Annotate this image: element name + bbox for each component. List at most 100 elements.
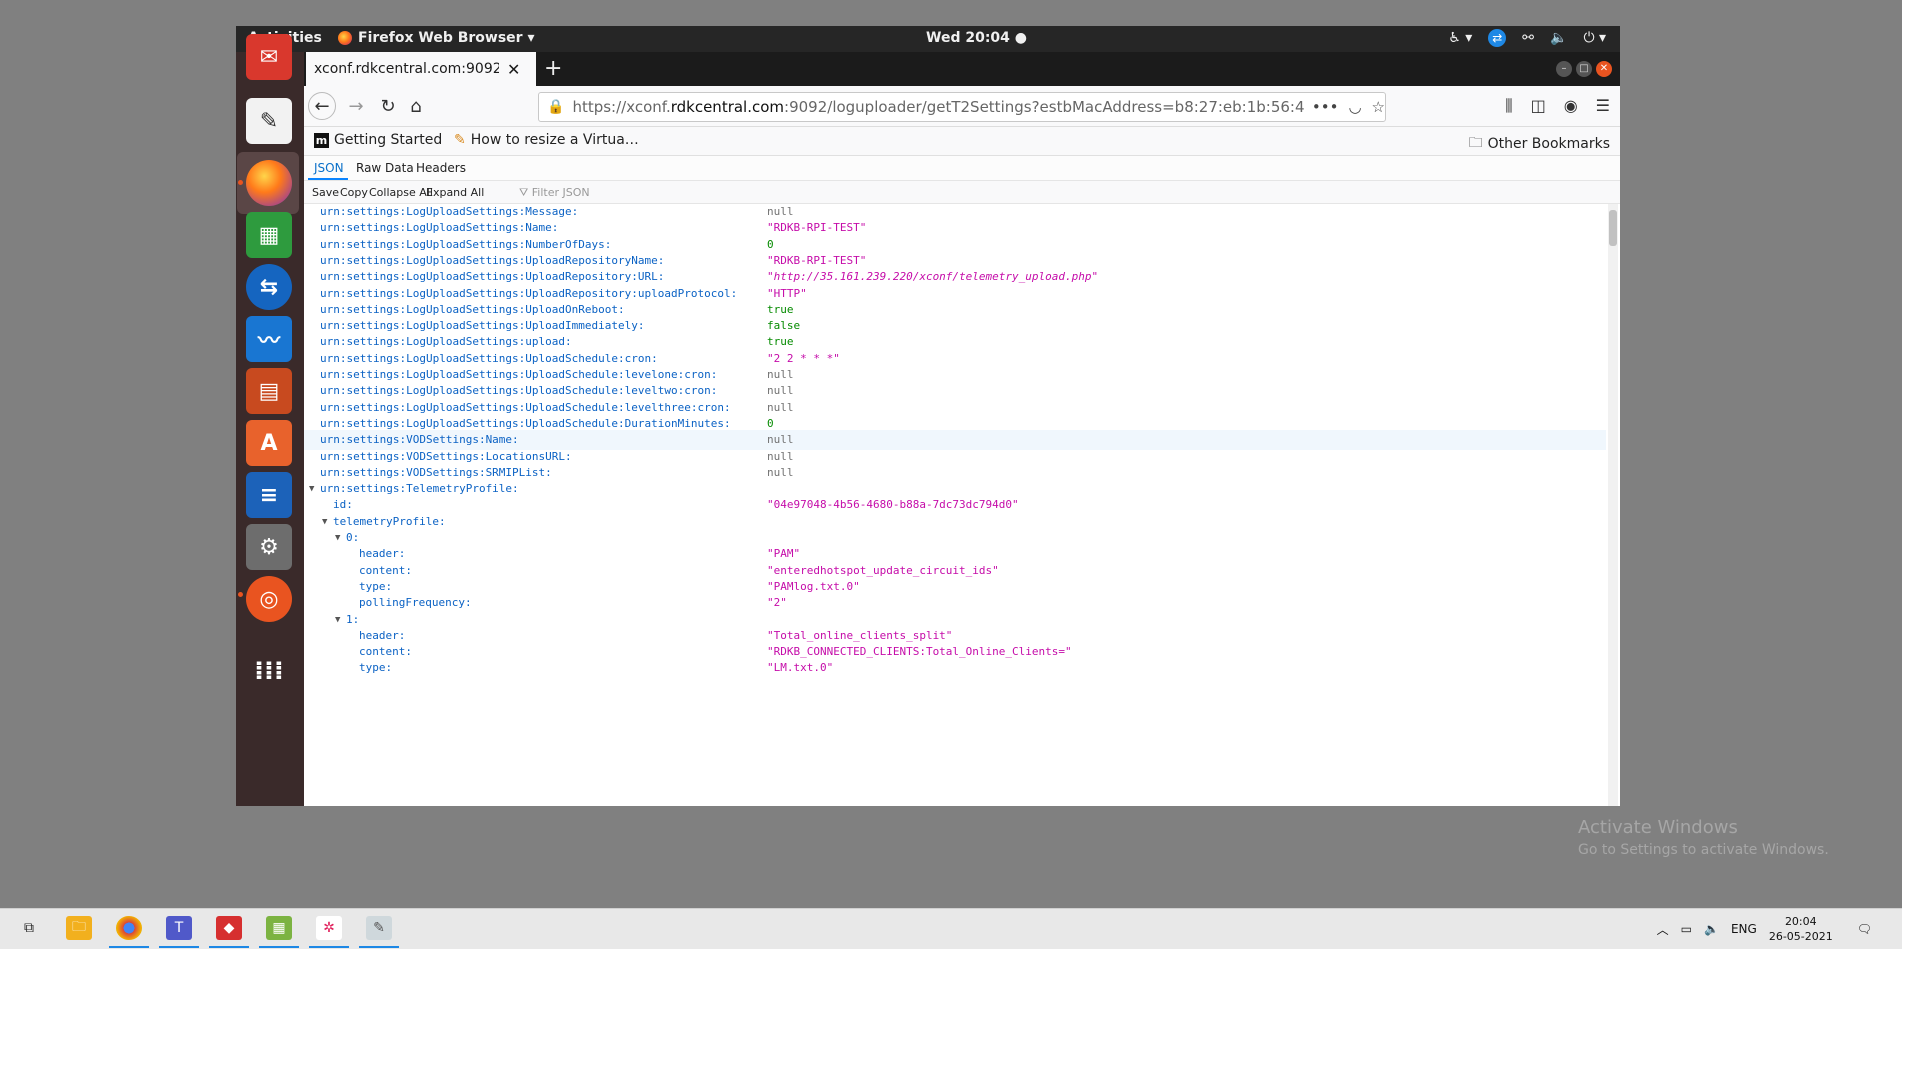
paint-icon[interactable]: ✎ [366,916,392,940]
language-indicator[interactable]: ENG [1731,922,1757,936]
chrome-icon[interactable] [116,916,142,940]
reload-button[interactable]: ↻ [374,92,402,120]
software-center-icon[interactable]: A [246,420,292,466]
taskbar-date: 26-05-2021 [1768,930,1833,943]
accessibility-icon[interactable]: ♿ ▾ [1448,30,1472,46]
json-value: "LM.txt.0" [767,661,834,675]
firefox-window: xconf.rdkcentral.com:9092/l ✕ + – □ ✕ ← … [304,52,1620,806]
json-row: type: "LM.txt.0" [304,658,1606,678]
paint-running-indicator [359,946,399,948]
filter-placeholder: Filter JSON [531,186,590,199]
text-editor-icon[interactable]: ✎ [246,98,292,144]
tab-json[interactable]: JSON [314,161,344,175]
url-text: https://xconf.rdkcentral.com:9092/logupl… [572,98,1304,116]
lock-icon[interactable]: 🔒 [547,99,564,115]
task-view-icon[interactable]: ⧉ [16,916,42,940]
save-button[interactable]: Save [312,186,339,199]
vm-window: Activities Firefox Web Browser ▾ Wed 20:… [236,26,1620,806]
writer-app-icon[interactable]: ≡ [246,472,292,518]
json-tree: urn:settings:LogUploadSettings:Message: n… [304,204,1606,806]
pocket-icon[interactable]: ◡ [1348,98,1361,116]
taskbar-time: 20:04 [1784,915,1817,928]
volume-icon[interactable]: 🔈 [1550,30,1567,46]
power-icon[interactable]: ⏻ ▾ [1583,30,1606,46]
back-button[interactable]: ← [308,92,336,120]
home-button[interactable]: ⌂ [402,92,430,120]
copy-button[interactable]: Copy [340,186,368,199]
filter-icon: ⛛ [519,186,529,199]
nav-bar: ← → ↻ ⌂ 🔒 https://xconf.rdkcentral.com:9… [304,86,1620,127]
chevron-up-icon[interactable]: ︿ [1657,921,1669,938]
teamviewer-app-icon[interactable]: ⇆ [246,264,292,310]
activate-windows-watermark: Activate Windows Go to Settings to activ… [1578,817,1829,858]
json-viewer-tabs: JSON Raw Data Headers [304,156,1620,181]
ubuntu-dock: ✉ ✎ ▦ ⇆ 〰 ▤ A ≡ ⚙ ◎ ⁞⁞⁞ [236,34,304,806]
new-tab-button[interactable]: + [544,56,562,81]
app-menu-label: Firefox Web Browser ▾ [358,30,535,46]
bookmark-resize-vm[interactable]: ✎ How to resize a Virtua… [454,132,639,148]
spreadsheet-running-indicator [259,946,299,948]
expand-all-button[interactable]: Expand All [426,186,484,199]
show-apps-icon[interactable]: ⁞⁞⁞ [246,648,292,694]
slack-icon[interactable]: ✲ [316,916,342,940]
bookmark-m-icon: m [314,132,329,148]
window-controls: – □ ✕ [1556,61,1612,77]
notifications-icon[interactable]: 🗨 [1857,922,1872,936]
other-bookmarks-label: Other Bookmarks [1487,136,1610,152]
page-actions-icon[interactable]: ••• [1312,98,1339,116]
firefox-icon [338,31,352,45]
maximize-icon[interactable]: □ [1576,61,1592,77]
app-menu[interactable]: Firefox Web Browser ▾ [338,30,534,46]
tab-raw-data[interactable]: Raw Data [356,161,414,175]
network-icon[interactable]: ⚯ [1522,30,1534,46]
bookmark-getting-started[interactable]: m Getting Started [314,132,442,148]
mail-app-icon[interactable]: ✉ [246,34,292,80]
vertical-scrollbar[interactable] [1608,204,1618,806]
account-icon[interactable]: ◉ [1564,96,1578,116]
spreadsheet-taskbar-icon[interactable]: ▦ [266,916,292,940]
watermark-title: Activate Windows [1578,817,1738,838]
ubuntu-icon[interactable]: ◎ [246,576,292,622]
menu-icon[interactable]: ☰ [1596,96,1610,116]
clock[interactable]: Wed 20:04 ● [926,30,1027,46]
close-window-icon[interactable]: ✕ [1596,61,1612,77]
anydesk-running-indicator [209,946,249,948]
battery-icon[interactable]: ▭ [1681,922,1692,936]
anydesk-icon[interactable]: ◆ [216,916,242,940]
minimize-icon[interactable]: – [1556,61,1572,77]
taskbar-clock[interactable]: 20:04 26-05-2021 [1769,914,1833,944]
teams-icon[interactable]: T [166,916,192,940]
url-actions: ••• ◡ ☆ [1312,98,1385,116]
library-icon[interactable]: ⫼ [1505,96,1512,116]
bookmark-star-icon[interactable]: ☆ [1372,98,1385,116]
presentation-app-icon[interactable]: ▤ [246,368,292,414]
tab-headers[interactable]: Headers [416,161,466,175]
settings-tools-icon[interactable]: ⚙ [246,524,292,570]
collapse-all-button[interactable]: Collapse All [369,186,433,199]
active-tab-indicator [308,178,348,180]
firefox-dock-icon[interactable] [246,160,292,206]
other-bookmarks[interactable]: 🗀 Other Bookmarks [1469,132,1610,156]
json-toolbar: Save Copy Collapse All Expand All ⛛ Filt… [304,181,1620,204]
tab-close-icon[interactable]: ✕ [507,60,520,79]
bookmark-page-icon: ✎ [454,132,466,148]
dock-running-dot [238,180,243,185]
teamviewer-icon[interactable]: ⇄ [1488,29,1507,47]
url-bar[interactable]: 🔒 https://xconf.rdkcentral.com:9092/logu… [538,92,1386,122]
watermark-subtitle: Go to Settings to activate Windows. [1578,842,1829,858]
chrome-running-indicator [109,946,149,948]
slack-running-indicator [309,946,349,948]
gnome-top-bar: Activities Firefox Web Browser ▾ Wed 20:… [236,26,1620,52]
gnome-tray: ♿ ▾ ⇄ ⚯ 🔈 ⏻ ▾ [1448,29,1606,47]
sidebar-icon[interactable]: ◫ [1531,96,1546,116]
scrollbar-thumb[interactable] [1609,210,1617,246]
bookmark-label: Getting Started [334,132,443,148]
system-tray: ︿ ▭ 🔈 ENG 20:04 26-05-2021 🗨 [1657,909,1872,949]
forward-button[interactable]: → [342,92,370,120]
browser-tab[interactable]: xconf.rdkcentral.com:9092/l ✕ [306,52,536,86]
system-monitor-icon[interactable]: 〰 [246,316,292,362]
spreadsheet-app-icon[interactable]: ▦ [246,212,292,258]
file-explorer-icon[interactable]: 🗀 [66,916,92,940]
speaker-icon[interactable]: 🔈 [1704,922,1719,936]
filter-json-input[interactable]: ⛛ Filter JSON [519,186,590,200]
